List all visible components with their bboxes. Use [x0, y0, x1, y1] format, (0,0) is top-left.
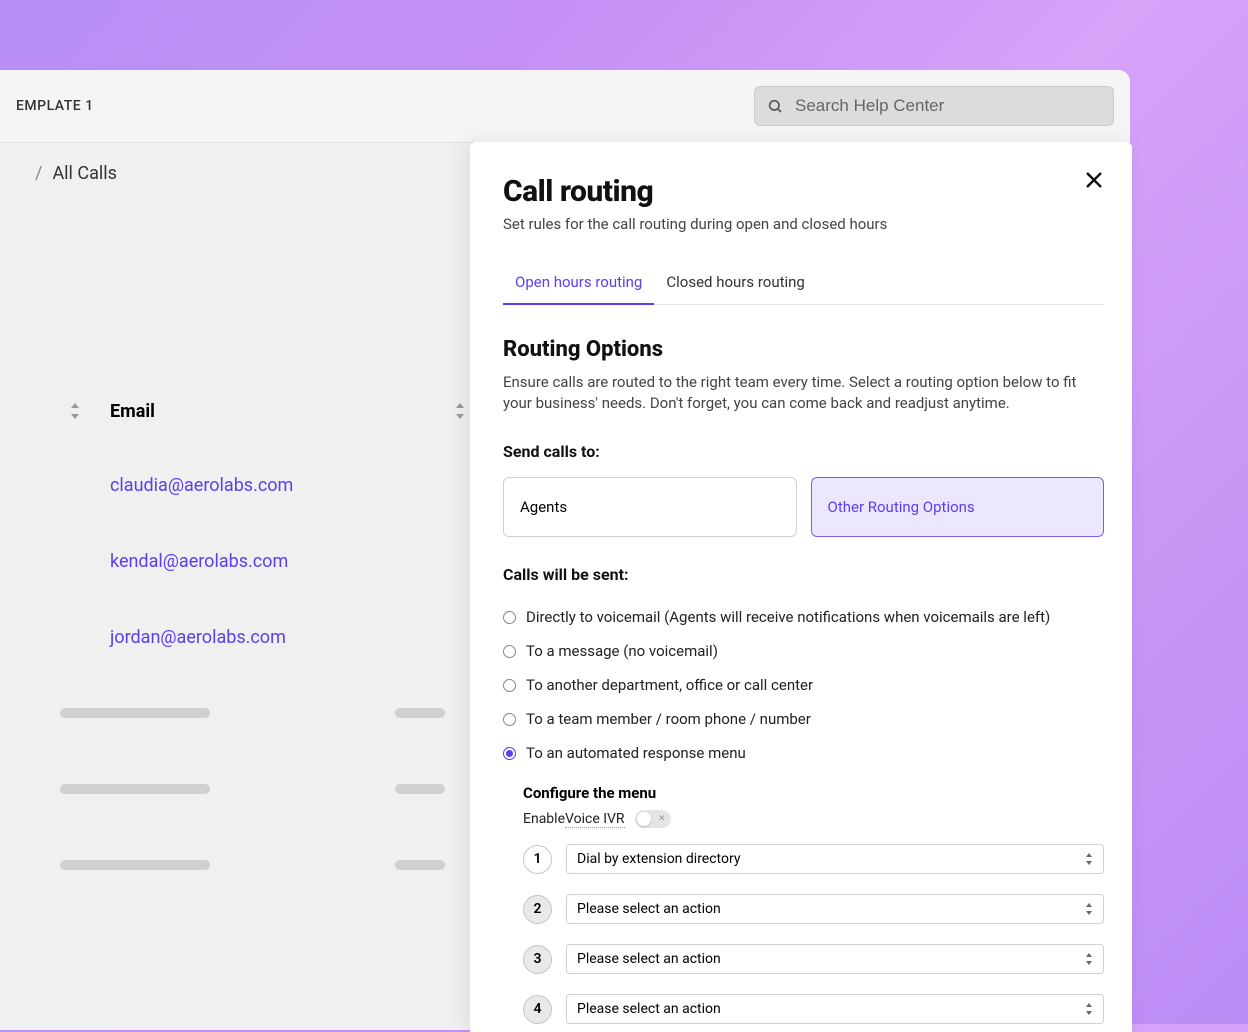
search-wrap: [754, 86, 1114, 126]
menu-action-select[interactable]: Please select an action: [566, 994, 1104, 1024]
radio-label: Directly to voicemail (Agents will recei…: [526, 608, 1050, 626]
ivr-label: Voice IVR: [565, 811, 625, 828]
menu-number-badge: 2: [523, 895, 552, 924]
configure-menu: Configure the menu Enable Voice IVR ✕ 1 D…: [523, 784, 1104, 1024]
select-value: Please select an action: [577, 1001, 721, 1017]
menu-action-select[interactable]: Please select an action: [566, 894, 1104, 924]
configure-menu-title: Configure the menu: [523, 784, 1104, 802]
radio-icon: [503, 611, 516, 624]
ivr-prefix: Enable: [523, 811, 565, 827]
radio-option[interactable]: To another department, office or call ce…: [503, 668, 1104, 702]
email-link[interactable]: claudia@aerolabs.com: [110, 475, 293, 496]
email-link[interactable]: kendal@aerolabs.com: [110, 551, 288, 572]
radio-icon: [503, 679, 516, 692]
ivr-toggle[interactable]: ✕: [635, 810, 671, 828]
tab-closed-hours[interactable]: Closed hours routing: [654, 263, 817, 304]
caret-updown-icon: [1085, 953, 1093, 965]
close-icon[interactable]: [1082, 168, 1106, 192]
menu-action-row: 2 Please select an action: [523, 894, 1104, 924]
sort-icon[interactable]: [70, 403, 80, 419]
select-value: Dial by extension directory: [577, 851, 740, 867]
sort-icon[interactable]: [455, 403, 465, 419]
toggle-off-icon: ✕: [658, 814, 666, 824]
routing-radio-group: Directly to voicemail (Agents will recei…: [503, 600, 1104, 770]
search-input[interactable]: [754, 86, 1114, 126]
ivr-toggle-row: Enable Voice IVR ✕: [523, 810, 1104, 828]
radio-option[interactable]: To a message (no voicemail): [503, 634, 1104, 668]
browser-tab-label: EMPLATE 1: [16, 98, 94, 114]
send-calls-label: Send calls to:: [503, 442, 1104, 461]
menu-number-badge: 1: [523, 845, 552, 874]
select-value: Please select an action: [577, 951, 721, 967]
column-email: Email: [110, 401, 445, 422]
menu-action-row: 4 Please select an action: [523, 994, 1104, 1024]
radio-label: To an automated response menu: [526, 744, 746, 762]
section-description: Ensure calls are routed to the right tea…: [503, 372, 1104, 414]
radio-icon: [503, 645, 516, 658]
routing-options-section: Routing Options Ensure calls are routed …: [503, 337, 1104, 1024]
radio-option[interactable]: To a team member / room phone / number: [503, 702, 1104, 736]
modal-tabs: Open hours routing Closed hours routing: [503, 263, 1104, 305]
radio-label: To another department, office or call ce…: [526, 676, 813, 694]
call-routing-modal: Call routing Set rules for the call rout…: [470, 142, 1132, 1032]
select-value: Please select an action: [577, 901, 721, 917]
radio-label: To a team member / room phone / number: [526, 710, 811, 728]
caret-updown-icon: [1085, 853, 1093, 865]
card-agents[interactable]: Agents: [503, 477, 797, 537]
breadcrumb-separator: /: [35, 163, 42, 184]
breadcrumb-current: All Calls: [52, 163, 117, 184]
caret-updown-icon: [1085, 903, 1093, 915]
tab-open-hours[interactable]: Open hours routing: [503, 263, 654, 305]
radio-icon: [503, 747, 516, 760]
radio-label: To a message (no voicemail): [526, 642, 718, 660]
card-other-routing[interactable]: Other Routing Options: [811, 477, 1105, 537]
search-icon: [767, 98, 783, 114]
menu-number-badge: 3: [523, 945, 552, 974]
radio-icon: [503, 713, 516, 726]
send-calls-options: Agents Other Routing Options: [503, 477, 1104, 537]
section-heading: Routing Options: [503, 337, 1104, 362]
modal-subtitle: Set rules for the call routing during op…: [503, 215, 1104, 233]
email-link[interactable]: jordan@aerolabs.com: [110, 627, 286, 648]
radio-option[interactable]: Directly to voicemail (Agents will recei…: [503, 600, 1104, 634]
menu-action-row: 1 Dial by extension directory: [523, 844, 1104, 874]
menu-action-row: 3 Please select an action: [523, 944, 1104, 974]
modal-title: Call routing: [503, 174, 1104, 209]
caret-updown-icon: [1085, 1003, 1093, 1015]
menu-action-select[interactable]: Please select an action: [566, 944, 1104, 974]
menu-action-select[interactable]: Dial by extension directory: [566, 844, 1104, 874]
radio-option[interactable]: To an automated response menu: [503, 736, 1104, 770]
menu-number-badge: 4: [523, 995, 552, 1024]
window-header: EMPLATE 1: [0, 70, 1130, 143]
calls-sent-label: Calls will be sent:: [503, 565, 1104, 584]
